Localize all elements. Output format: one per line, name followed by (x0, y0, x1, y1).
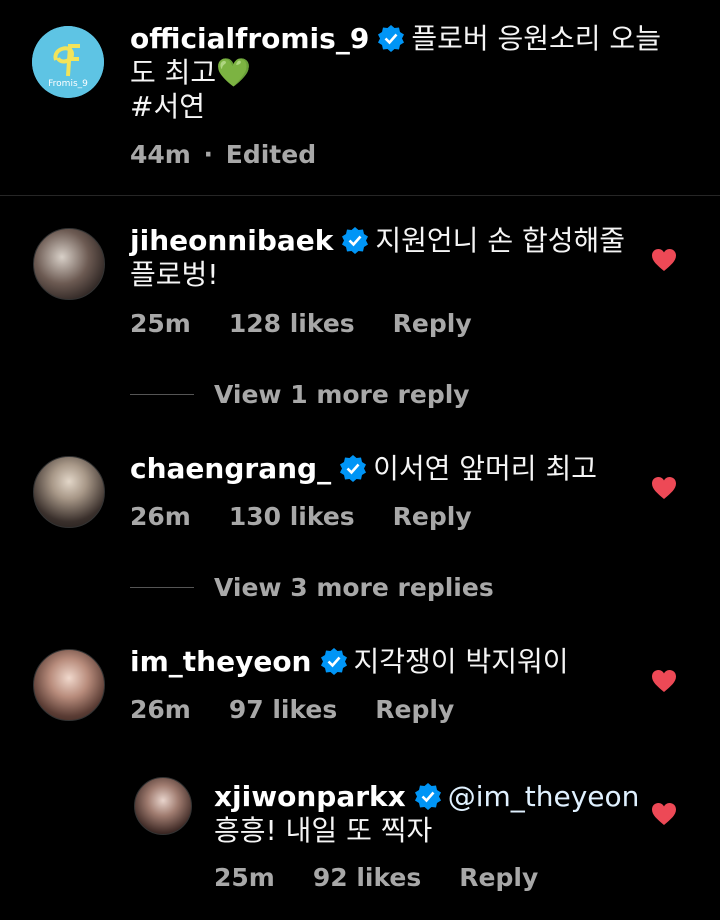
reply-mention[interactable]: @im_theyeon (448, 780, 640, 813)
reply-button[interactable]: Reply (375, 695, 454, 724)
reply-likes[interactable]: 92 likes (313, 863, 421, 892)
caption-text-line1: 플로버 응원소리 오늘 (411, 22, 661, 55)
view-more-label[interactable]: View 1 more reply (214, 380, 470, 409)
reply-button[interactable]: Reply (393, 309, 472, 338)
comment-text: jiheonnibaek 지원언니 손 합성해줄 플로벙! (130, 224, 630, 292)
comment-likes[interactable]: 130 likes (229, 502, 355, 531)
comment-text-line1: 지각쟁이 박지워이 (353, 645, 569, 678)
reply-username[interactable]: xjiwonparkx (214, 780, 406, 813)
caption-time: 44m (130, 140, 191, 169)
logo-text: Fromis_9 (48, 79, 88, 89)
reply-text-line2: 흥흥! 내일 또 찍자 (214, 814, 433, 847)
caption-meta: 44m · Edited (130, 140, 317, 169)
caption-text-line2: 도 최고💚 (130, 56, 252, 89)
divider-line (130, 587, 194, 588)
comment-time: 26m (130, 695, 191, 724)
comment-text: im_theyeon 지각쟁이 박지워이 (130, 645, 630, 679)
verified-badge-icon (320, 647, 348, 675)
comment-text-line1: 이서연 앞머리 최고 (373, 452, 597, 485)
fromis9-logo-icon: Fromis_9 (32, 26, 104, 98)
like-heart-icon[interactable] (651, 248, 677, 272)
comment-username[interactable]: chaengrang_ (130, 452, 331, 485)
comment-username[interactable]: jiheonnibaek (130, 224, 333, 257)
divider-line (130, 394, 194, 395)
verified-badge-icon (414, 782, 442, 810)
reply-button[interactable]: Reply (459, 863, 538, 892)
comment-text-line2: 플로벙! (130, 258, 219, 291)
like-heart-icon[interactable] (651, 802, 677, 826)
comment-likes[interactable]: 97 likes (229, 695, 337, 724)
view-more-replies[interactable]: View 3 more replies (130, 573, 494, 602)
view-more-replies[interactable]: View 1 more reply (130, 380, 470, 409)
fromis9-avatar[interactable]: Fromis_9 (32, 26, 104, 98)
comment-meta: 26m 130 likes Reply (130, 502, 510, 531)
like-heart-icon[interactable] (651, 669, 677, 693)
im-theyeon-avatar[interactable] (33, 649, 105, 721)
comment-time: 25m (130, 309, 191, 338)
comment-username[interactable]: im_theyeon (130, 645, 312, 678)
reply-meta: 25m 92 likes Reply (214, 863, 576, 892)
reply-text: xjiwonparkx @im_theyeon 흥흥! 내일 또 찍자 (214, 780, 644, 848)
like-heart-icon[interactable] (651, 476, 677, 500)
reply-time: 25m (214, 863, 275, 892)
verified-badge-icon (377, 24, 405, 52)
xjiwonparkx-avatar[interactable] (134, 777, 192, 835)
caption-username[interactable]: officialfromis_9 (130, 22, 369, 55)
comment-meta: 25m 128 likes Reply (130, 309, 510, 338)
chaengrang-avatar[interactable] (33, 456, 105, 528)
view-more-label[interactable]: View 3 more replies (214, 573, 494, 602)
verified-badge-icon (339, 454, 367, 482)
reply-button[interactable]: Reply (393, 502, 472, 531)
comment-meta: 26m 97 likes Reply (130, 695, 492, 724)
comment-text: chaengrang_ 이서연 앞머리 최고 (130, 452, 630, 486)
caption-section: Fromis_9 officialfromis_9 플로버 응원소리 오늘 도 최… (0, 0, 720, 196)
comment-likes[interactable]: 128 likes (229, 309, 355, 338)
caption-edited: Edited (225, 140, 317, 169)
comment-time: 26m (130, 502, 191, 531)
caption-text: officialfromis_9 플로버 응원소리 오늘 도 최고💚 #서연 (130, 22, 670, 124)
verified-badge-icon (341, 226, 369, 254)
comment-text-line1: 지원언니 손 합성해줄 (375, 224, 626, 257)
jiheonnibaek-avatar[interactable] (33, 228, 105, 300)
caption-hashtag[interactable]: #서연 (130, 90, 205, 123)
